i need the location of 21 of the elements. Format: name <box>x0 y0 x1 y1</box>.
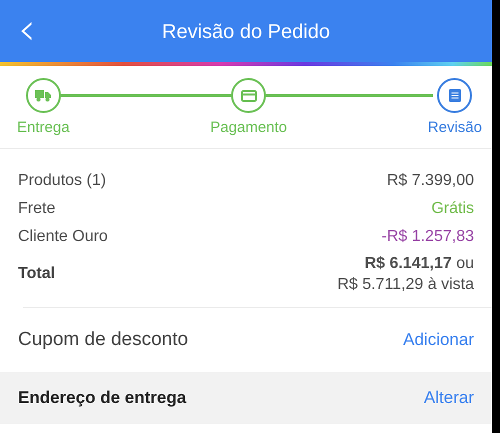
summary-label: Cliente Ouro <box>18 227 108 247</box>
document-icon <box>448 89 461 102</box>
summary-value: Grátis <box>431 199 474 219</box>
summary-value: -R$ 1.257,83 <box>381 227 474 247</box>
step-label: Pagamento <box>210 119 288 136</box>
page-title: Revisão do Pedido <box>162 20 330 44</box>
back-button[interactable]: ‹ <box>14 12 40 48</box>
truck-icon <box>35 89 52 102</box>
row-label: Endereço de entrega <box>18 388 186 408</box>
summary-label: Frete <box>18 199 56 219</box>
action-link[interactable]: Adicionar <box>403 330 474 350</box>
step-label: Entrega <box>17 119 70 136</box>
action-link[interactable]: Alterar <box>424 388 474 408</box>
row-label: Cupom de desconto <box>18 329 188 351</box>
step-label: Revisão <box>428 119 482 136</box>
card-icon <box>240 90 257 102</box>
summary-value: R$ 7.399,00 <box>386 171 474 191</box>
total-label: Total <box>18 265 56 283</box>
cash-price: R$ 5.711,29 à vista <box>337 275 474 295</box>
summary-label: Produtos (1) <box>18 171 106 191</box>
total-value: R$ 6.141,17 ou <box>364 254 474 274</box>
